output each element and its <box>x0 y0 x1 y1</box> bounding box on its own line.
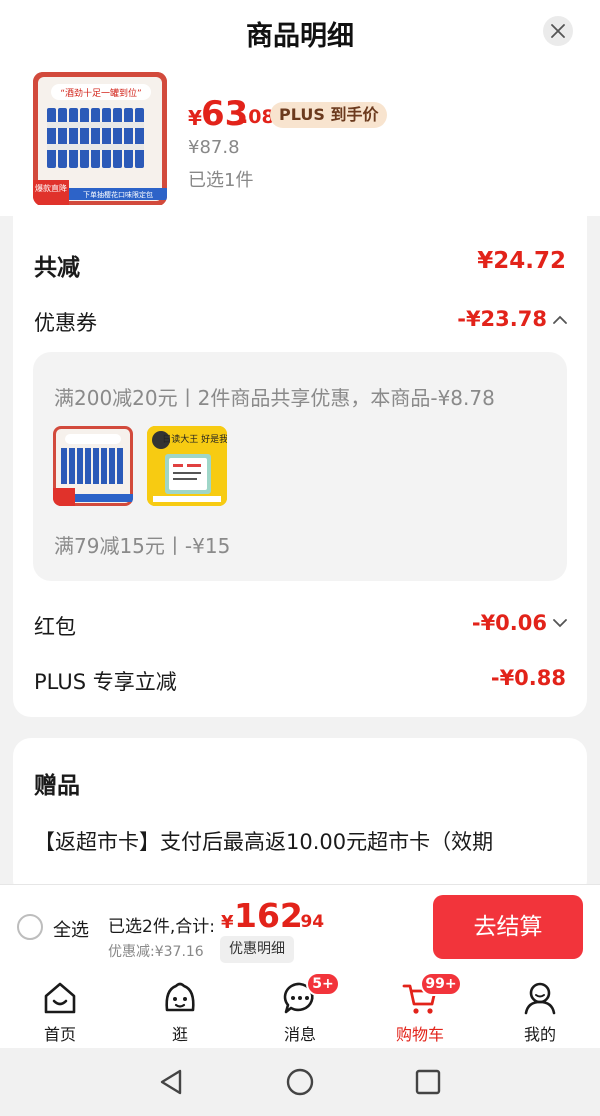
coupon-product-image-2: 日读大王 好是我! <box>147 426 227 506</box>
tab-home-label: 首页 <box>43 1025 76 1044</box>
total-label: 已选2件,合计: <box>108 917 215 937</box>
checkout-button[interactable]: 去结算 <box>433 895 583 959</box>
select-all-label[interactable]: 全选 <box>53 916 89 942</box>
home-circle-icon[interactable] <box>286 1068 314 1096</box>
page-title: 商品明细 <box>246 21 354 52</box>
svg-text:爆款直降: 爆款直降 <box>35 183 67 193</box>
redpacket-label[interactable]: 红包 <box>34 611 76 641</box>
messages-badge: 5+ <box>306 972 340 996</box>
product-image[interactable]: “酒劲十足一罐到位” 爆款直降 下单抽樱花口味限定包 <box>33 72 167 206</box>
plus-price-badge: PLUS 到手价 <box>270 102 388 128</box>
recents-icon[interactable] <box>414 1068 442 1096</box>
tab-profile[interactable]: 我的 <box>480 968 600 1048</box>
checkout-bar: 全选 已选2件,合计: ¥ 162 .94 优惠减:¥37.16 优惠明细 去结… <box>0 884 600 968</box>
tab-cart-label: 购物车 <box>395 1025 444 1044</box>
tab-profile-label: 我的 <box>523 1025 556 1044</box>
tab-home[interactable]: 首页 <box>0 968 120 1048</box>
svg-text:“酒劲十足一罐到位”: “酒劲十足一罐到位” <box>60 87 141 99</box>
total-decimal: .94 <box>294 912 325 932</box>
total-integer: 162 <box>234 896 303 935</box>
discount-detail-button[interactable]: 优惠明细 <box>220 936 294 963</box>
price-currency: ¥ <box>188 106 202 130</box>
chevron-down-icon[interactable] <box>553 618 567 628</box>
tab-cart[interactable]: 99+ 购物车 <box>360 968 480 1048</box>
close-icon <box>551 24 565 38</box>
product-detail-sheet: 商品明细 “酒劲十足一罐到位” 爆款直降 下单抽樱花口味限定包 ¥ 63 .08… <box>0 0 600 884</box>
total-discount-label: 共减 <box>34 255 80 281</box>
discount-card: 共减 ¥24.72 优惠券 -¥23.78 满200减20元丨2件商品共享优惠，… <box>13 205 587 717</box>
cart-badge: 99+ <box>420 972 462 996</box>
coupon-product-image-1 <box>53 426 133 506</box>
svg-text:下单抽樱花口味限定包: 下单抽樱花口味限定包 <box>83 190 153 199</box>
coupon-value[interactable]: -¥23.78 <box>457 307 547 331</box>
plus-discount-value: -¥0.88 <box>490 666 566 690</box>
coupon-rule-2: 满79减15元丨-¥15 <box>54 534 231 558</box>
gift-card: 赠品 【返超市卡】支付后最高返10.00元超市卡（效期 <box>13 738 587 884</box>
coupon-label[interactable]: 优惠券 <box>34 307 97 337</box>
close-button[interactable] <box>543 16 573 46</box>
original-price: ¥87.8 <box>188 137 240 158</box>
plus-discount-label: PLUS 专享立减 <box>34 670 177 694</box>
home-icon <box>44 982 76 1014</box>
selected-count: 已选1件 <box>188 170 254 191</box>
svg-text:日读大王 好是我!: 日读大王 好是我! <box>162 433 227 445</box>
gift-description[interactable]: 【返超市卡】支付后最高返10.00元超市卡（效期 <box>34 826 493 856</box>
tab-messages-label: 消息 <box>283 1025 316 1044</box>
total-currency: ¥ <box>221 912 234 933</box>
select-all-checkbox[interactable] <box>17 914 43 940</box>
coupon-rule-1: 满200减20元丨2件商品共享优惠，本商品-¥8.78 <box>54 386 495 410</box>
back-icon[interactable] <box>158 1068 186 1096</box>
total-discount-value: ¥24.72 <box>477 248 566 274</box>
tab-browse-label: 逛 <box>171 1025 188 1044</box>
saved-amount: 优惠减:¥37.16 <box>108 944 204 960</box>
tab-browse[interactable]: 逛 <box>120 968 240 1048</box>
coupon-detail-box: 满200减20元丨2件商品共享优惠，本商品-¥8.78 日读大王 好是我! 满7… <box>33 352 567 581</box>
bottom-tab-bar: 首页 逛 5+ 消息 99+ 购物车 我的 <box>0 968 600 1048</box>
system-navigation-bar <box>0 1048 600 1116</box>
chevron-up-icon[interactable] <box>553 315 567 325</box>
user-icon <box>524 982 556 1015</box>
tab-messages[interactable]: 5+ 消息 <box>240 968 360 1048</box>
gift-title: 赠品 <box>34 773 80 799</box>
face-icon <box>165 982 195 1012</box>
redpacket-value[interactable]: -¥0.06 <box>472 611 547 635</box>
